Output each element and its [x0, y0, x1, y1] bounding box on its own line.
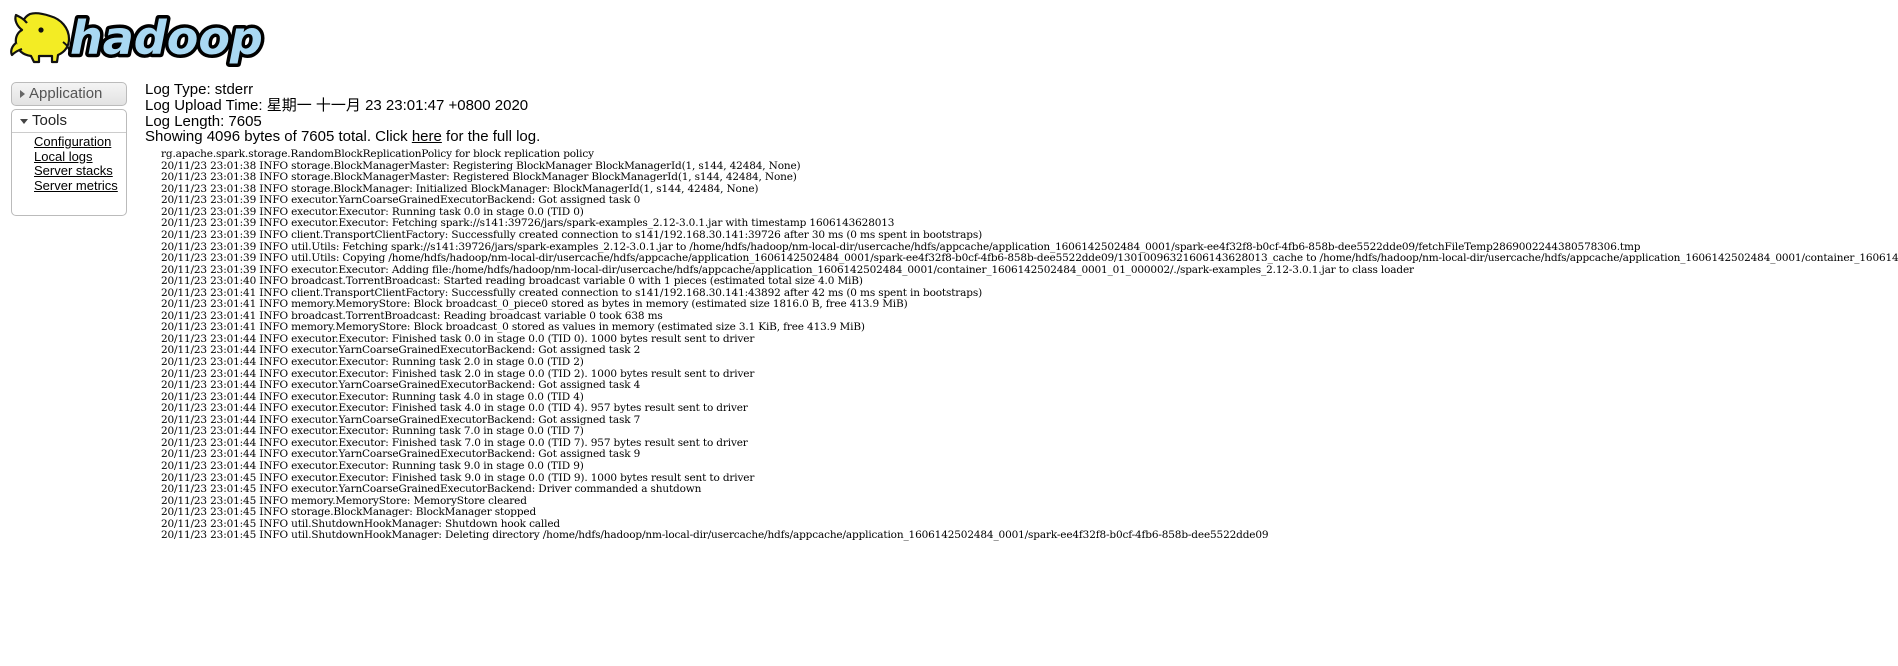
log-length-line: Log Length: 7605 — [145, 112, 262, 130]
log-line: 20/11/23 23:01:45 INFO memory.MemoryStor… — [161, 495, 527, 507]
sidebar-section-application-label: Application — [29, 85, 103, 102]
log-line: 20/11/23 23:01:44 INFO executor.Executor… — [161, 426, 584, 438]
hadoop-wordmark: hadoop hadoop — [67, 8, 267, 69]
log-truncation-prefix: Showing 4096 bytes of 7605 total. Click — [145, 128, 412, 146]
sidebar-link-server-metrics[interactable]: Server metrics — [12, 178, 126, 194]
log-line: 20/11/23 23:01:44 INFO executor.YarnCoar… — [161, 380, 641, 392]
log-line: 20/11/23 23:01:44 INFO executor.Executor… — [161, 368, 755, 380]
log-type-line: Log Type: stderr — [145, 81, 254, 98]
log-truncation-suffix: for the full log. — [441, 128, 541, 146]
log-line: 20/11/23 23:01:41 INFO memory.MemoryStor… — [161, 299, 908, 311]
log-line: 20/11/23 23:01:45 INFO util.ShutdownHook… — [161, 530, 1269, 542]
log-line: 20/11/23 23:01:44 INFO executor.Executor… — [161, 391, 584, 403]
log-line: 20/11/23 23:01:39 INFO executor.YarnCoar… — [161, 195, 641, 207]
sidebar-link-local-logs[interactable]: Local logs — [12, 149, 126, 165]
log-output-text: rg.apache.spark.storage.RandomBlockRepli… — [161, 149, 1898, 542]
log-upload-time-line: Log Upload Time: 星期一 十一月 23 23:01:47 +08… — [145, 96, 529, 114]
log-line: 20/11/23 23:01:45 INFO util.ShutdownHook… — [161, 518, 560, 530]
log-line: 20/11/23 23:01:39 INFO executor.Executor… — [161, 264, 1414, 276]
log-line: 20/11/23 23:01:44 INFO executor.YarnCoar… — [161, 449, 641, 461]
hadoop-logo-image: hadoop hadoop — [10, 8, 267, 69]
log-line: 20/11/23 23:01:41 INFO memory.MemoryStor… — [161, 322, 865, 334]
chevron-down-icon — [20, 118, 28, 124]
log-line: 20/11/23 23:01:39 INFO util.Utils: Fetch… — [161, 241, 1641, 253]
sidebar-link-server-stacks[interactable]: Server stacks — [12, 163, 126, 179]
log-line: 20/11/23 23:01:44 INFO executor.Executor… — [161, 437, 748, 449]
log-line: 20/11/23 23:01:41 INFO broadcast.Torrent… — [161, 310, 663, 322]
log-line: 20/11/23 23:01:40 INFO broadcast.Torrent… — [161, 276, 863, 288]
svg-text:hadoop: hadoop — [70, 11, 263, 65]
sidebar-section-application[interactable]: Application — [11, 82, 127, 106]
log-line: 20/11/23 23:01:39 INFO client.TransportC… — [161, 230, 983, 242]
log-line: 20/11/23 23:01:44 INFO executor.Executor… — [161, 357, 584, 369]
log-line: 20/11/23 23:01:38 INFO storage.BlockMana… — [161, 160, 801, 172]
log-line: 20/11/23 23:01:39 INFO util.Utils: Copyi… — [161, 253, 1898, 265]
log-line: 20/11/23 23:01:41 INFO client.TransportC… — [161, 287, 983, 299]
log-line: rg.apache.spark.storage.RandomBlockRepli… — [161, 149, 594, 161]
sidebar-section-application-header[interactable]: Application — [12, 83, 126, 105]
sidebar-section-tools[interactable]: Tools Configuration Local logs Server st… — [11, 109, 127, 216]
log-line: 20/11/23 23:01:44 INFO executor.Executor… — [161, 333, 755, 345]
log-line: 20/11/23 23:01:44 INFO executor.YarnCoar… — [161, 345, 641, 357]
log-line: 20/11/23 23:01:44 INFO executor.YarnCoar… — [161, 414, 641, 426]
log-line: 20/11/23 23:01:39 INFO executor.Executor… — [161, 218, 895, 230]
sidebar-navigation: Application Tools Configuration Local lo… — [11, 82, 127, 219]
chevron-right-icon — [20, 90, 25, 99]
sidebar-section-tools-header[interactable]: Tools — [12, 110, 126, 133]
full-log-link[interactable]: here — [412, 128, 442, 145]
sidebar-section-tools-label: Tools — [32, 112, 68, 129]
log-content-pane: Log Type: stderr Log Upload Time: 星期一 十一… — [145, 80, 1898, 666]
log-line: 20/11/23 23:01:38 INFO storage.BlockMana… — [161, 172, 797, 184]
log-truncation-notice: Showing 4096 bytes of 7605 total. Click … — [145, 129, 1898, 145]
sidebar-link-configuration[interactable]: Configuration — [12, 134, 126, 150]
elephant-glyph — [10, 12, 71, 64]
log-line: 20/11/23 23:01:45 INFO executor.Executor… — [161, 472, 755, 484]
hadoop-logo-banner: hadoop hadoop — [8, 4, 268, 72]
log-line: 20/11/23 23:01:39 INFO executor.Executor… — [161, 206, 584, 218]
log-line: 20/11/23 23:01:38 INFO storage.BlockMana… — [161, 183, 759, 195]
log-line: 20/11/23 23:01:44 INFO executor.Executor… — [161, 460, 584, 472]
log-line: 20/11/23 23:01:45 INFO executor.YarnCoar… — [161, 484, 702, 496]
log-line: 20/11/23 23:01:44 INFO executor.Executor… — [161, 403, 748, 415]
log-line: 20/11/23 23:01:45 INFO storage.BlockMana… — [161, 507, 537, 519]
sidebar-tools-links: Configuration Local logs Server stacks S… — [12, 133, 126, 215]
